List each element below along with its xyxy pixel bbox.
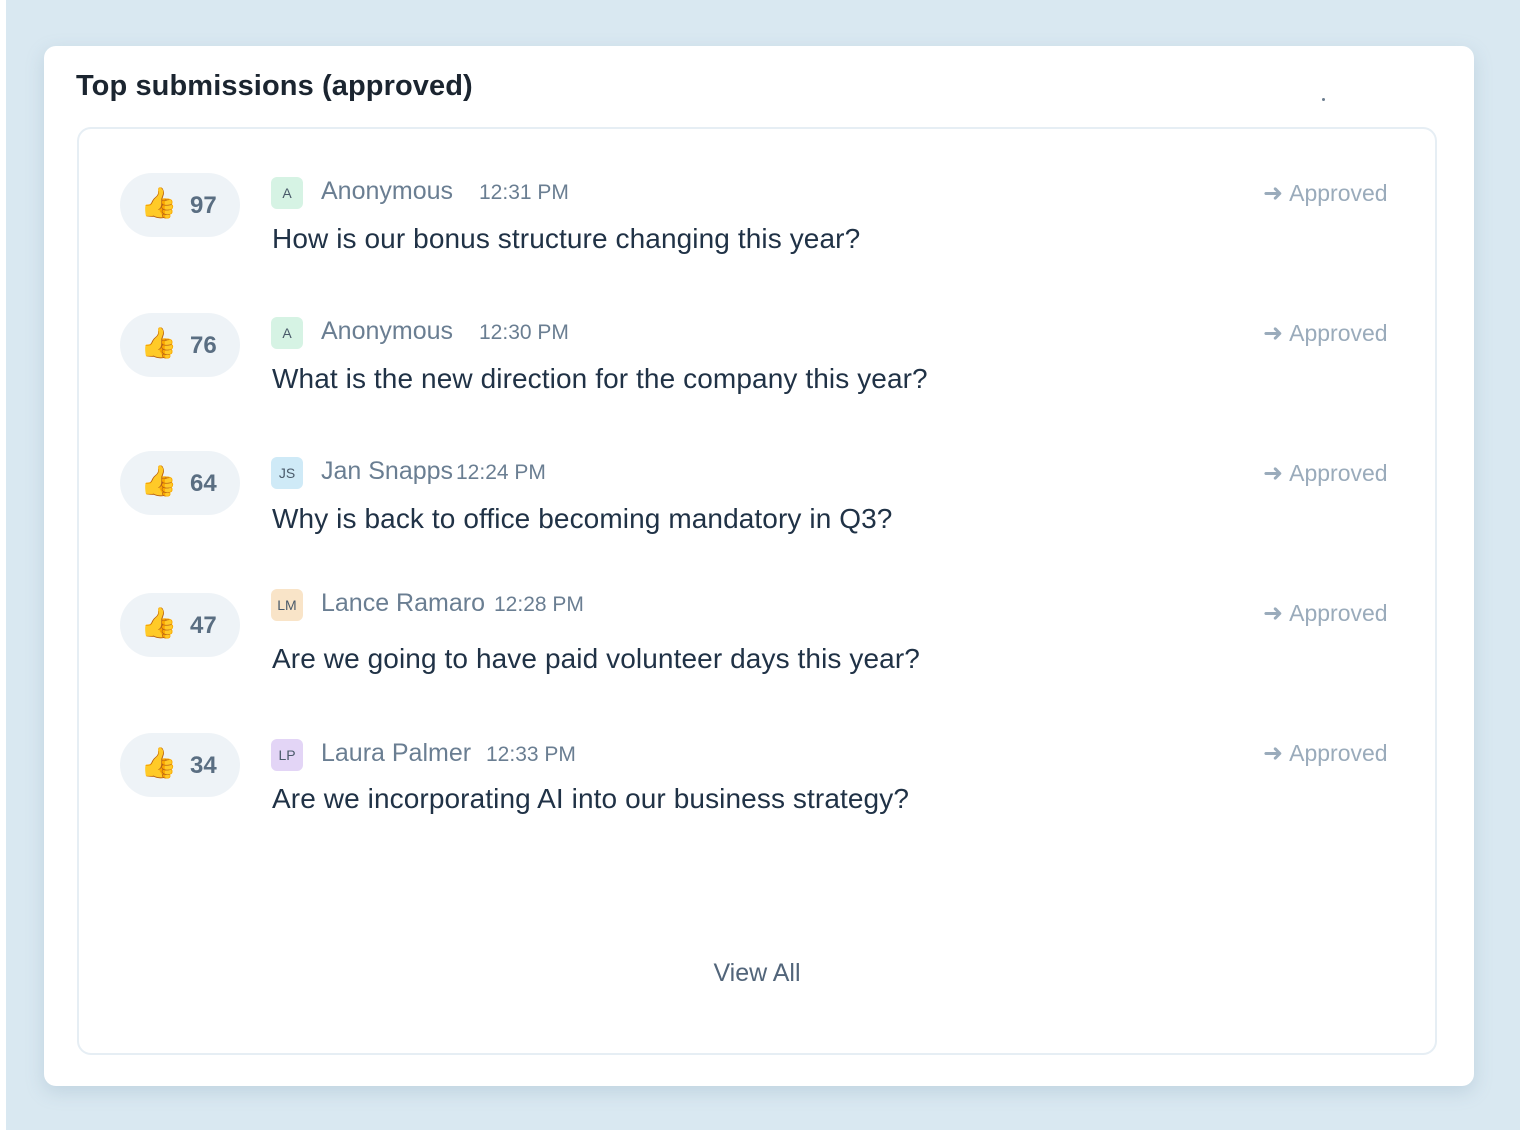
- vote-button[interactable]: 👍 34: [120, 733, 240, 797]
- thumbs-up-icon: 👍: [140, 465, 178, 498]
- arrow-right-icon: ➜: [1263, 460, 1284, 487]
- question-text: Why is back to office becoming mandatory…: [272, 503, 893, 534]
- view-all-link[interactable]: View All: [79, 959, 1435, 988]
- top-submissions-card: Top submissions (approved) 👍 97 A Anonym…: [44, 46, 1474, 1086]
- author-name: Laura Palmer: [321, 739, 472, 767]
- arrow-right-icon: ➜: [1263, 600, 1284, 627]
- question-text: How is our bonus structure changing this…: [272, 223, 861, 254]
- status-label: ➜ Approved: [1263, 319, 1388, 348]
- submission-item[interactable]: 👍 76 A Anonymous 12:30 PM What is the ne…: [79, 269, 1435, 409]
- card-title: Top submissions (approved): [76, 70, 473, 102]
- vote-count: 76: [190, 332, 217, 359]
- status-label: ➜ Approved: [1263, 459, 1388, 488]
- avatar: A: [271, 317, 303, 349]
- vote-count: 97: [190, 192, 217, 219]
- status-text: Approved: [1289, 320, 1388, 346]
- decorative-dot: [1322, 98, 1325, 101]
- thumbs-up-icon: 👍: [140, 607, 178, 640]
- thumbs-up-icon: 👍: [140, 327, 178, 360]
- status-label: ➜ Approved: [1263, 739, 1388, 768]
- question-text: Are we going to have paid volunteer days…: [272, 643, 920, 674]
- submission-item[interactable]: 👍 34 LP Laura Palmer 12:33 PM Are we inc…: [79, 689, 1435, 829]
- vote-button[interactable]: 👍 97: [120, 173, 240, 237]
- avatar: JS: [271, 457, 303, 489]
- avatar: LP: [271, 739, 303, 771]
- submission-item[interactable]: 👍 64 JS Jan Snapps 12:24 PM Why is back …: [79, 409, 1435, 549]
- question-text: What is the new direction for the compan…: [272, 363, 928, 394]
- timestamp: 12:33 PM: [486, 743, 576, 766]
- vote-count: 34: [190, 752, 217, 779]
- thumbs-up-icon: 👍: [140, 187, 178, 220]
- submissions-panel: 👍 97 A Anonymous 12:31 PM How is our bon…: [77, 127, 1437, 1055]
- thumbs-up-icon: 👍: [140, 747, 178, 780]
- submission-item[interactable]: 👍 47 LM Lance Ramaro 12:28 PM Are we goi…: [79, 549, 1435, 689]
- status-text: Approved: [1289, 180, 1388, 206]
- status-label: ➜ Approved: [1263, 599, 1388, 628]
- timestamp: 12:24 PM: [456, 461, 546, 484]
- arrow-right-icon: ➜: [1263, 740, 1284, 767]
- vote-count: 64: [190, 470, 217, 497]
- vote-button[interactable]: 👍 47: [120, 593, 240, 657]
- submission-item[interactable]: 👍 97 A Anonymous 12:31 PM How is our bon…: [79, 129, 1435, 269]
- author-name: Lance Ramaro: [321, 589, 485, 617]
- timestamp: 12:28 PM: [494, 593, 584, 616]
- status-label: ➜ Approved: [1263, 179, 1388, 208]
- avatar: LM: [271, 589, 303, 621]
- question-text: Are we incorporating AI into our busines…: [272, 783, 909, 814]
- timestamp: 12:31 PM: [479, 181, 569, 204]
- timestamp: 12:30 PM: [479, 321, 569, 344]
- vote-button[interactable]: 👍 64: [120, 451, 240, 515]
- avatar: A: [271, 177, 303, 209]
- author-name: Jan Snapps: [321, 457, 454, 485]
- author-name: Anonymous: [321, 317, 454, 345]
- status-text: Approved: [1289, 460, 1388, 486]
- arrow-right-icon: ➜: [1263, 320, 1284, 347]
- arrow-right-icon: ➜: [1263, 180, 1284, 207]
- author-name: Anonymous: [321, 177, 454, 205]
- status-text: Approved: [1289, 740, 1388, 766]
- status-text: Approved: [1289, 600, 1388, 626]
- vote-count: 47: [190, 612, 217, 639]
- vote-button[interactable]: 👍 76: [120, 313, 240, 377]
